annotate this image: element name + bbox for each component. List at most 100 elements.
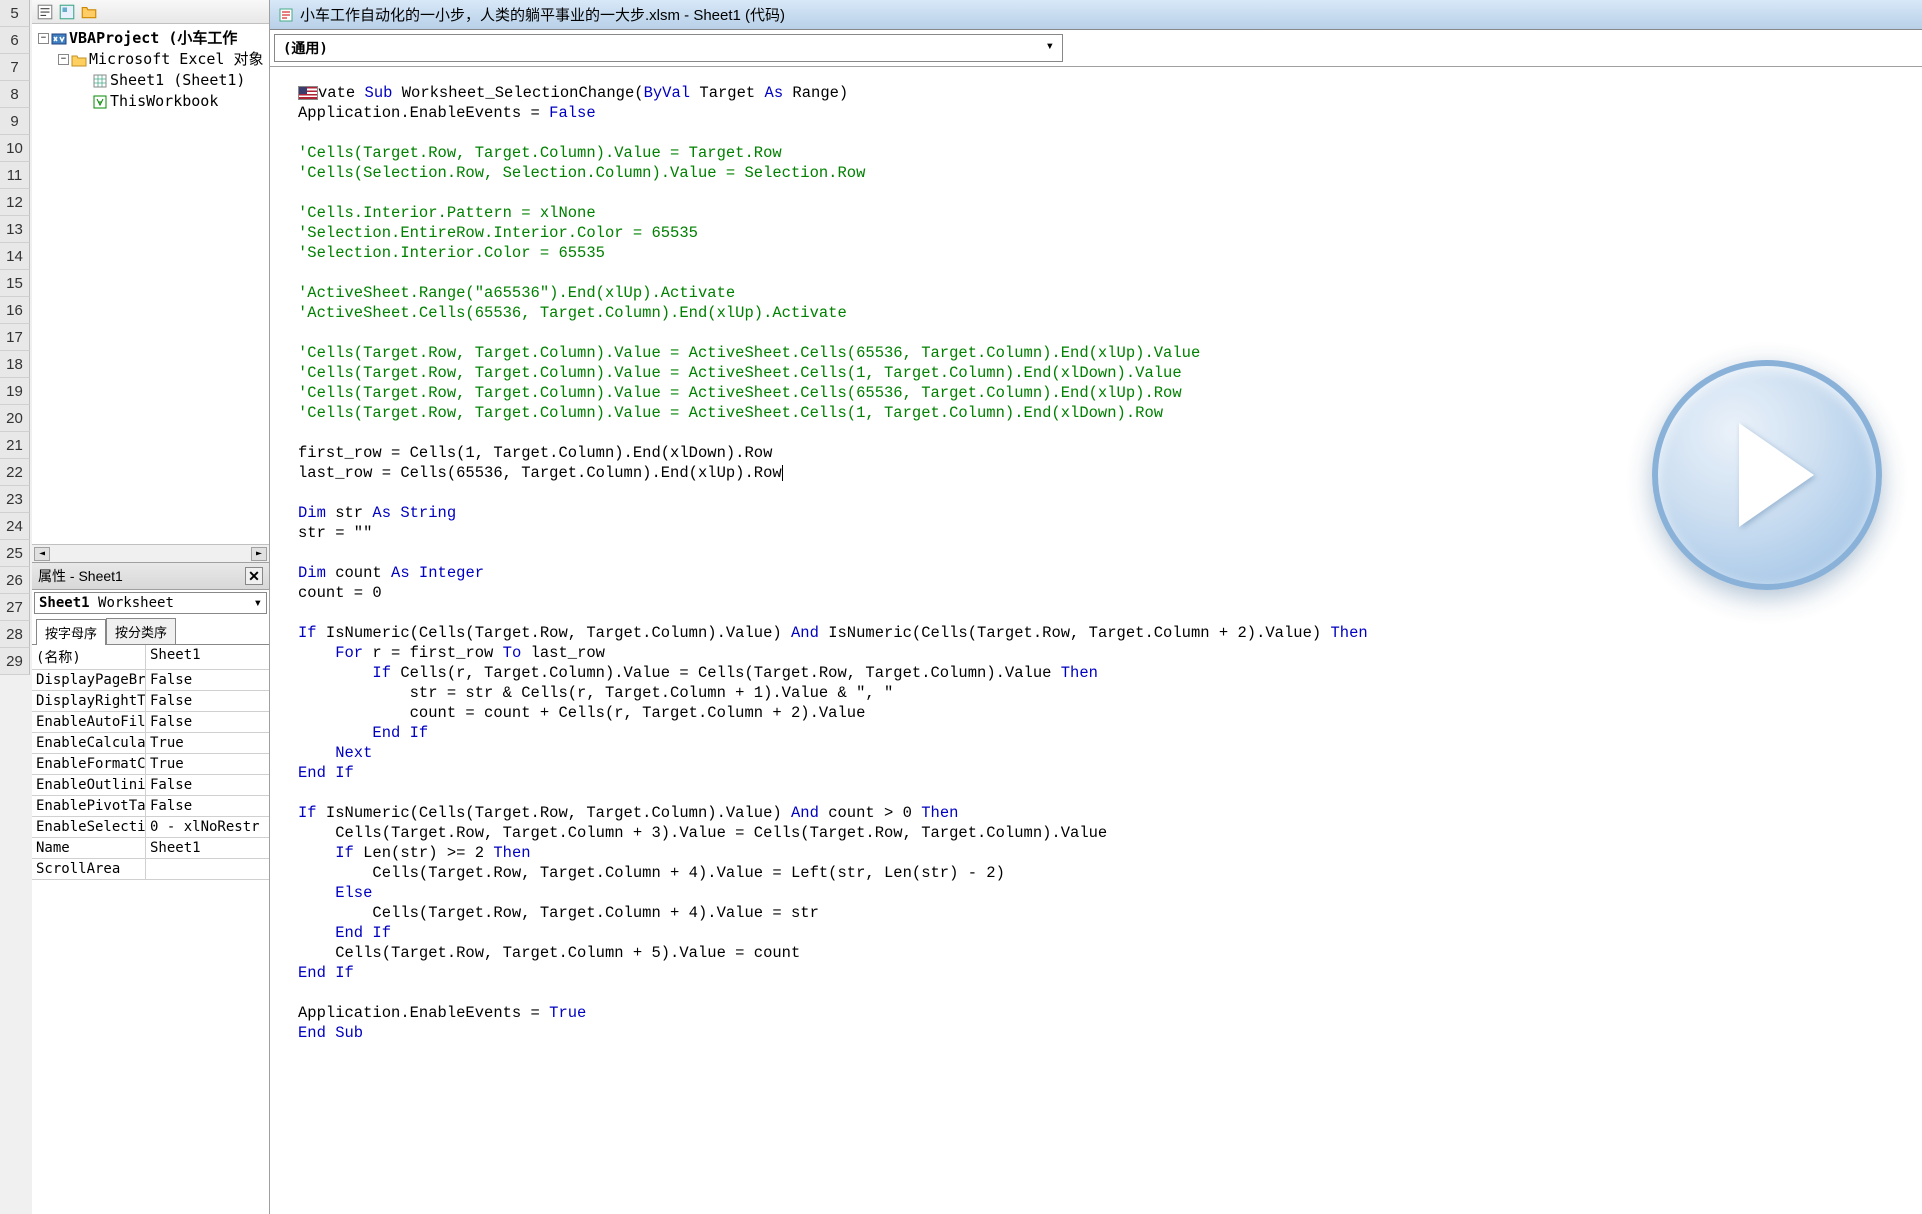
- property-name: EnableAutoFilt: [32, 712, 146, 732]
- property-row[interactable]: EnableOutlininFalse: [32, 775, 269, 796]
- workbook-icon: [92, 94, 108, 110]
- workbook-node[interactable]: ThisWorkbook: [110, 91, 218, 112]
- property-row[interactable]: EnableAutoFiltFalse: [32, 712, 269, 733]
- object-dropdown-label: (通用): [283, 38, 328, 58]
- property-name: DisplayRightTo: [32, 691, 146, 711]
- project-root-label[interactable]: VBAProject (小车工作: [69, 28, 237, 49]
- property-value[interactable]: True: [146, 754, 269, 774]
- left-panel: − VBAProject (小车工作 − Microsoft Excel 对象: [32, 0, 270, 1214]
- property-name: EnableSelectio: [32, 817, 146, 837]
- row-num: 12: [0, 189, 30, 216]
- text-cursor: [782, 465, 783, 481]
- row-num: 8: [0, 81, 30, 108]
- chevron-down-icon: ▾: [254, 595, 262, 611]
- collapse-icon[interactable]: −: [38, 33, 49, 44]
- project-toolbar: [32, 0, 269, 24]
- row-num: 29: [0, 648, 30, 675]
- property-row[interactable]: EnablePivotTabFalse: [32, 796, 269, 817]
- object-selector[interactable]: Sheet1 Worksheet ▾: [34, 592, 267, 614]
- chevron-down-icon: ▾: [1046, 38, 1054, 58]
- code-titlebar: 小车工作自动化的一小步，人类的躺平事业的一大步.xlsm - Sheet1 (代…: [270, 0, 1922, 30]
- scroll-left-icon[interactable]: ◄: [34, 547, 50, 561]
- property-value[interactable]: False: [146, 670, 269, 690]
- row-num: 5: [0, 0, 30, 27]
- property-name: Name: [32, 838, 146, 858]
- view-object-icon[interactable]: [58, 3, 76, 21]
- tab-alphabetic[interactable]: 按字母序: [36, 619, 106, 645]
- property-value[interactable]: 0 - xlNoRestr: [146, 817, 269, 837]
- row-num: 16: [0, 297, 30, 324]
- project-explorer[interactable]: − VBAProject (小车工作 − Microsoft Excel 对象: [32, 24, 269, 562]
- code-module-icon: [278, 7, 294, 23]
- row-num: 19: [0, 378, 30, 405]
- property-value[interactable]: False: [146, 712, 269, 732]
- property-value[interactable]: True: [146, 733, 269, 753]
- properties-grid[interactable]: (名称)Sheet1DisplayPageBreFalseDisplayRigh…: [32, 645, 269, 1214]
- folder-icon[interactable]: [80, 3, 98, 21]
- properties-tabs: 按字母序 按分类序: [32, 616, 269, 645]
- row-num: 15: [0, 270, 30, 297]
- row-num: 23: [0, 486, 30, 513]
- vbaproject-icon: [51, 31, 67, 47]
- folder-label[interactable]: Microsoft Excel 对象: [89, 49, 264, 70]
- row-num: 26: [0, 567, 30, 594]
- code-title-label: 小车工作自动化的一小步，人类的躺平事业的一大步.xlsm - Sheet1 (代…: [300, 4, 785, 25]
- object-type: Worksheet: [98, 595, 174, 611]
- property-row[interactable]: ScrollArea: [32, 859, 269, 880]
- folder-icon: [71, 52, 87, 68]
- play-button-overlay[interactable]: [1652, 360, 1882, 590]
- row-num: 28: [0, 621, 30, 648]
- property-name: ScrollArea: [32, 859, 146, 879]
- close-icon[interactable]: ✕: [245, 567, 263, 585]
- code-window: 小车工作自动化的一小步，人类的躺平事业的一大步.xlsm - Sheet1 (代…: [270, 0, 1922, 1214]
- worksheet-icon: [92, 73, 108, 89]
- horizontal-scrollbar[interactable]: ◄ ►: [32, 544, 269, 562]
- property-row[interactable]: NameSheet1: [32, 838, 269, 859]
- property-value[interactable]: Sheet1: [146, 645, 269, 669]
- row-num: 6: [0, 27, 30, 54]
- property-row[interactable]: (名称)Sheet1: [32, 645, 269, 670]
- property-name: (名称): [32, 645, 146, 669]
- code-editor[interactable]: vate Sub Worksheet_SelectionChange(ByVal…: [270, 67, 1922, 1214]
- property-row[interactable]: EnableFormatCoTrue: [32, 754, 269, 775]
- property-value[interactable]: False: [146, 691, 269, 711]
- property-name: EnableCalculat: [32, 733, 146, 753]
- property-row[interactable]: EnableCalculatTrue: [32, 733, 269, 754]
- properties-title-label: 属性 - Sheet1: [38, 566, 123, 586]
- row-num: 27: [0, 594, 30, 621]
- property-row[interactable]: EnableSelectio0 - xlNoRestr: [32, 817, 269, 838]
- row-num: 25: [0, 540, 30, 567]
- property-name: EnableFormatCo: [32, 754, 146, 774]
- excel-row-numbers: 5 6 7 8 9 10 11 12 13 14 15 16 17 18 19 …: [0, 0, 30, 675]
- row-num: 10: [0, 135, 30, 162]
- object-dropdown[interactable]: (通用) ▾: [274, 34, 1063, 62]
- row-num: 17: [0, 324, 30, 351]
- property-value[interactable]: False: [146, 775, 269, 795]
- scroll-right-icon[interactable]: ►: [251, 547, 267, 561]
- row-num: 18: [0, 351, 30, 378]
- row-num: 7: [0, 54, 30, 81]
- property-value[interactable]: [146, 859, 269, 879]
- flag-icon: [298, 86, 318, 100]
- property-name: EnablePivotTab: [32, 796, 146, 816]
- row-num: 14: [0, 243, 30, 270]
- property-name: DisplayPageBre: [32, 670, 146, 690]
- sheet-node[interactable]: Sheet1 (Sheet1): [110, 70, 245, 91]
- row-num: 22: [0, 459, 30, 486]
- vbe-editor: − VBAProject (小车工作 − Microsoft Excel 对象: [32, 0, 1922, 1214]
- tab-categorized[interactable]: 按分类序: [106, 618, 176, 644]
- row-num: 21: [0, 432, 30, 459]
- property-row[interactable]: DisplayRightToFalse: [32, 691, 269, 712]
- row-num: 20: [0, 405, 30, 432]
- view-code-icon[interactable]: [36, 3, 54, 21]
- property-name: EnableOutlinin: [32, 775, 146, 795]
- row-num: 11: [0, 162, 30, 189]
- row-num: 13: [0, 216, 30, 243]
- property-value[interactable]: False: [146, 796, 269, 816]
- properties-titlebar: 属性 - Sheet1 ✕: [32, 563, 269, 590]
- property-value[interactable]: Sheet1: [146, 838, 269, 858]
- property-row[interactable]: DisplayPageBreFalse: [32, 670, 269, 691]
- code-dropdown-bar: (通用) ▾: [270, 30, 1922, 67]
- collapse-icon[interactable]: −: [58, 54, 69, 65]
- row-num: 9: [0, 108, 30, 135]
